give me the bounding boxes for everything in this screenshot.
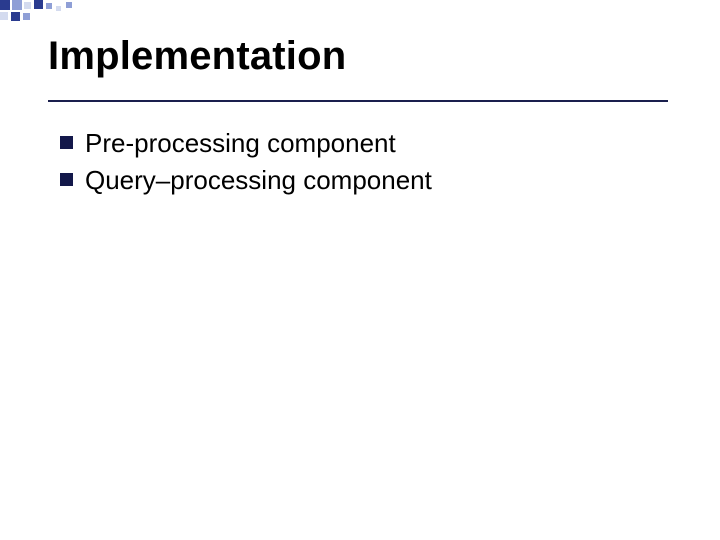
square-bullet-icon — [60, 136, 73, 149]
slide-body: Pre-processing component Query–processin… — [60, 128, 660, 202]
corner-decoration — [0, 0, 160, 22]
title-area: Implementation — [48, 34, 660, 79]
list-item: Query–processing component — [60, 165, 660, 196]
list-item: Pre-processing component — [60, 128, 660, 159]
square-bullet-icon — [60, 173, 73, 186]
slide-title: Implementation — [48, 34, 660, 79]
slide: Implementation Pre-processing component … — [0, 0, 720, 540]
bullet-text: Pre-processing component — [85, 128, 396, 159]
title-underline — [48, 100, 668, 102]
bullet-text: Query–processing component — [85, 165, 432, 196]
